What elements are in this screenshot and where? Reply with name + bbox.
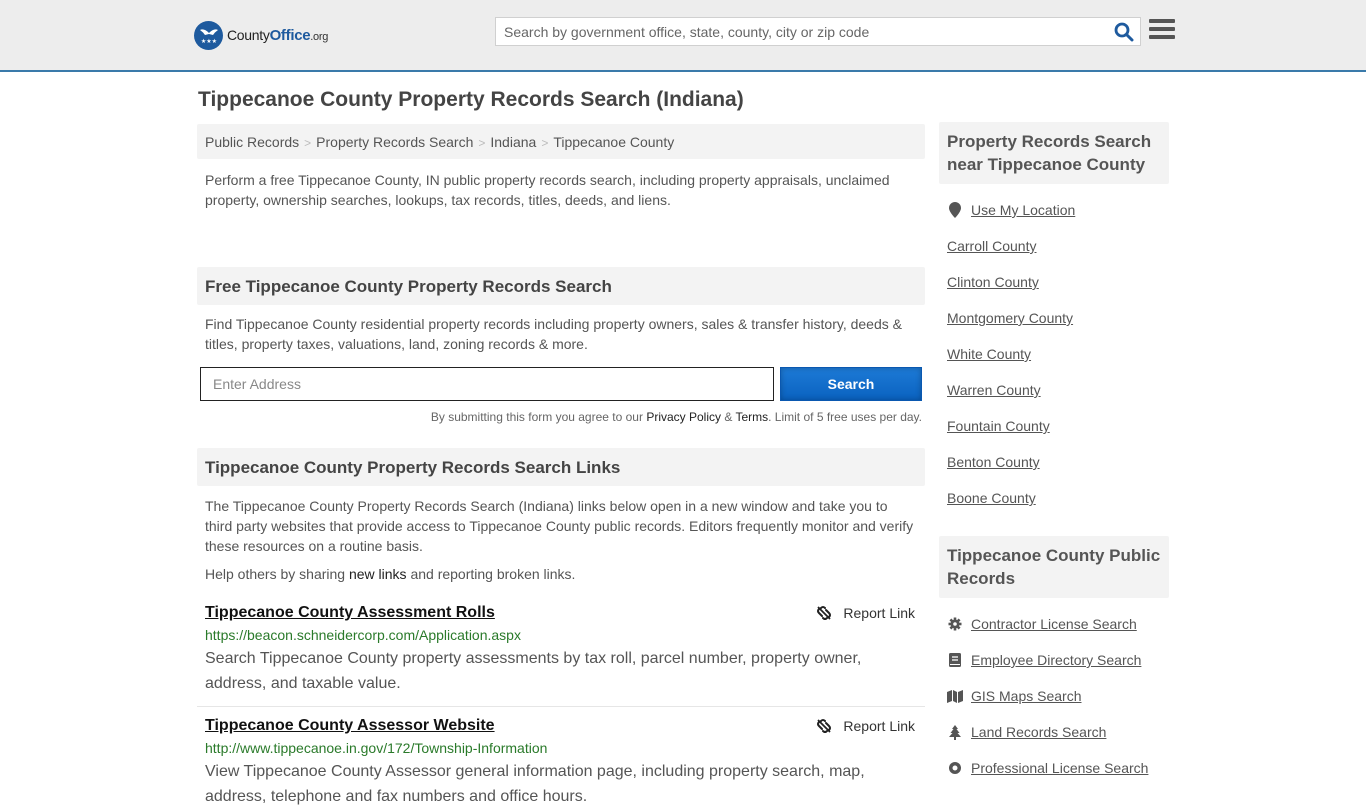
public-record-item: Professional License Search: [947, 750, 1161, 786]
site-logo[interactable]: ★★★ CountyOffice.org: [194, 20, 328, 50]
nearby-county-item: Benton County: [947, 444, 1161, 480]
terms-notice: By submitting this form you agree to our…: [430, 410, 922, 424]
nearby-counties-list: Use My Location Carroll County Clinton C…: [939, 184, 1169, 516]
report-link-button[interactable]: Report Link: [816, 718, 915, 734]
free-search-text: Find Tippecanoe County residential prope…: [205, 316, 902, 352]
link-item: Tippecanoe County Assessment Rolls Repor…: [197, 604, 925, 707]
public-record-link[interactable]: Contractor License Search: [971, 616, 1137, 632]
help-text: Help others by sharing new links and rep…: [205, 566, 576, 582]
nearby-county-item: Montgomery County: [947, 300, 1161, 336]
public-record-link[interactable]: GIS Maps Search: [971, 688, 1082, 704]
search-icon[interactable]: [1114, 22, 1134, 42]
terms-link[interactable]: Terms: [735, 410, 768, 424]
nearby-county-item: Clinton County: [947, 264, 1161, 300]
new-links-link[interactable]: new links: [349, 566, 407, 582]
breadcrumb-separator: >: [541, 136, 549, 150]
link-description: Search Tippecanoe County property assess…: [205, 650, 862, 692]
sidebar: Property Records Search near Tippecanoe …: [939, 122, 1169, 786]
breadcrumb-property-records-search[interactable]: Property Records Search: [316, 134, 473, 150]
link-title[interactable]: Tippecanoe County Assessment Rolls: [205, 604, 495, 622]
nearby-heading: Property Records Search near Tippecanoe …: [939, 122, 1169, 184]
badge-icon: [947, 761, 963, 775]
breadcrumb-separator: >: [304, 136, 312, 150]
nearby-county-item: Carroll County: [947, 228, 1161, 264]
broken-link-icon: [817, 606, 832, 620]
link-item: Tippecanoe County Assessor Website Repor…: [197, 717, 925, 809]
map-marker-icon: [947, 202, 963, 218]
nearby-county-link[interactable]: Fountain County: [947, 418, 1050, 434]
public-record-link[interactable]: Land Records Search: [971, 724, 1106, 740]
page-title: Tippecanoe County Property Records Searc…: [198, 88, 744, 111]
public-record-item: Contractor License Search: [947, 606, 1161, 642]
nearby-county-link[interactable]: Warren County: [947, 382, 1041, 398]
public-record-item: Land Records Search: [947, 714, 1161, 750]
nearby-county-link[interactable]: Montgomery County: [947, 310, 1073, 326]
nearby-county-item: Fountain County: [947, 408, 1161, 444]
nearby-county-item: Warren County: [947, 372, 1161, 408]
address-input[interactable]: [200, 367, 774, 401]
address-search-button[interactable]: Search: [780, 367, 922, 401]
public-record-item: GIS Maps Search: [947, 678, 1161, 714]
eagle-logo-icon: ★★★: [194, 20, 223, 50]
nearby-county-item: White County: [947, 336, 1161, 372]
broken-link-icon: [817, 719, 832, 733]
nearby-county-link[interactable]: Carroll County: [947, 238, 1036, 254]
nearby-county-link[interactable]: Clinton County: [947, 274, 1039, 290]
tree-icon: [947, 724, 963, 740]
public-record-link[interactable]: Employee Directory Search: [971, 652, 1141, 668]
public-records-list: Contractor License Search Employee Direc…: [939, 598, 1169, 786]
breadcrumb: Public Records > Property Records Search > I…: [197, 124, 925, 159]
site-search: [495, 17, 1141, 46]
report-link-button[interactable]: Report Link: [816, 605, 915, 621]
logo-text: CountyOffice.org: [227, 26, 329, 44]
book-icon: [947, 653, 963, 667]
hamburger-menu-icon[interactable]: [1149, 19, 1175, 43]
link-url[interactable]: http://www.tippecanoe.in.gov/172/Townshi…: [205, 740, 917, 756]
nearby-county-link[interactable]: White County: [947, 346, 1031, 362]
nearby-county-link[interactable]: Benton County: [947, 454, 1040, 470]
site-header: ★★★ CountyOffice.org: [0, 0, 1366, 72]
nearby-county-link[interactable]: Boone County: [947, 490, 1036, 506]
public-record-link[interactable]: Professional License Search: [971, 760, 1148, 776]
free-search-heading: Free Tippecanoe County Property Records …: [197, 267, 925, 305]
map-icon: [947, 689, 963, 703]
link-title[interactable]: Tippecanoe County Assessor Website: [205, 717, 495, 735]
links-heading: Tippecanoe County Property Records Searc…: [197, 448, 925, 486]
nearby-county-item: Boone County: [947, 480, 1161, 516]
public-records-heading: Tippecanoe County Public Records: [939, 536, 1169, 598]
svg-text:★★★: ★★★: [200, 38, 216, 45]
site-search-input[interactable]: [496, 18, 1106, 45]
breadcrumb-indiana[interactable]: Indiana: [490, 134, 536, 150]
intro-text: Perform a free Tippecanoe County, IN pub…: [205, 172, 890, 208]
address-search-form: Search: [197, 367, 925, 401]
breadcrumb-separator: >: [478, 136, 486, 150]
public-record-item: Employee Directory Search: [947, 642, 1161, 678]
use-my-location-link[interactable]: Use My Location: [971, 202, 1075, 218]
links-description: The Tippecanoe County Property Records S…: [205, 498, 914, 554]
use-my-location-item: Use My Location: [947, 192, 1161, 228]
link-url[interactable]: https://beacon.schneidercorp.com/Applica…: [205, 627, 917, 643]
breadcrumb-tippecanoe-county[interactable]: Tippecanoe County: [553, 134, 674, 150]
gear-icon: [947, 617, 963, 631]
privacy-policy-link[interactable]: Privacy Policy: [646, 410, 721, 424]
breadcrumb-public-records[interactable]: Public Records: [205, 134, 299, 150]
main-content: Public Records > Property Records Search > I…: [197, 124, 925, 809]
link-description: View Tippecanoe County Assessor general …: [205, 763, 865, 805]
